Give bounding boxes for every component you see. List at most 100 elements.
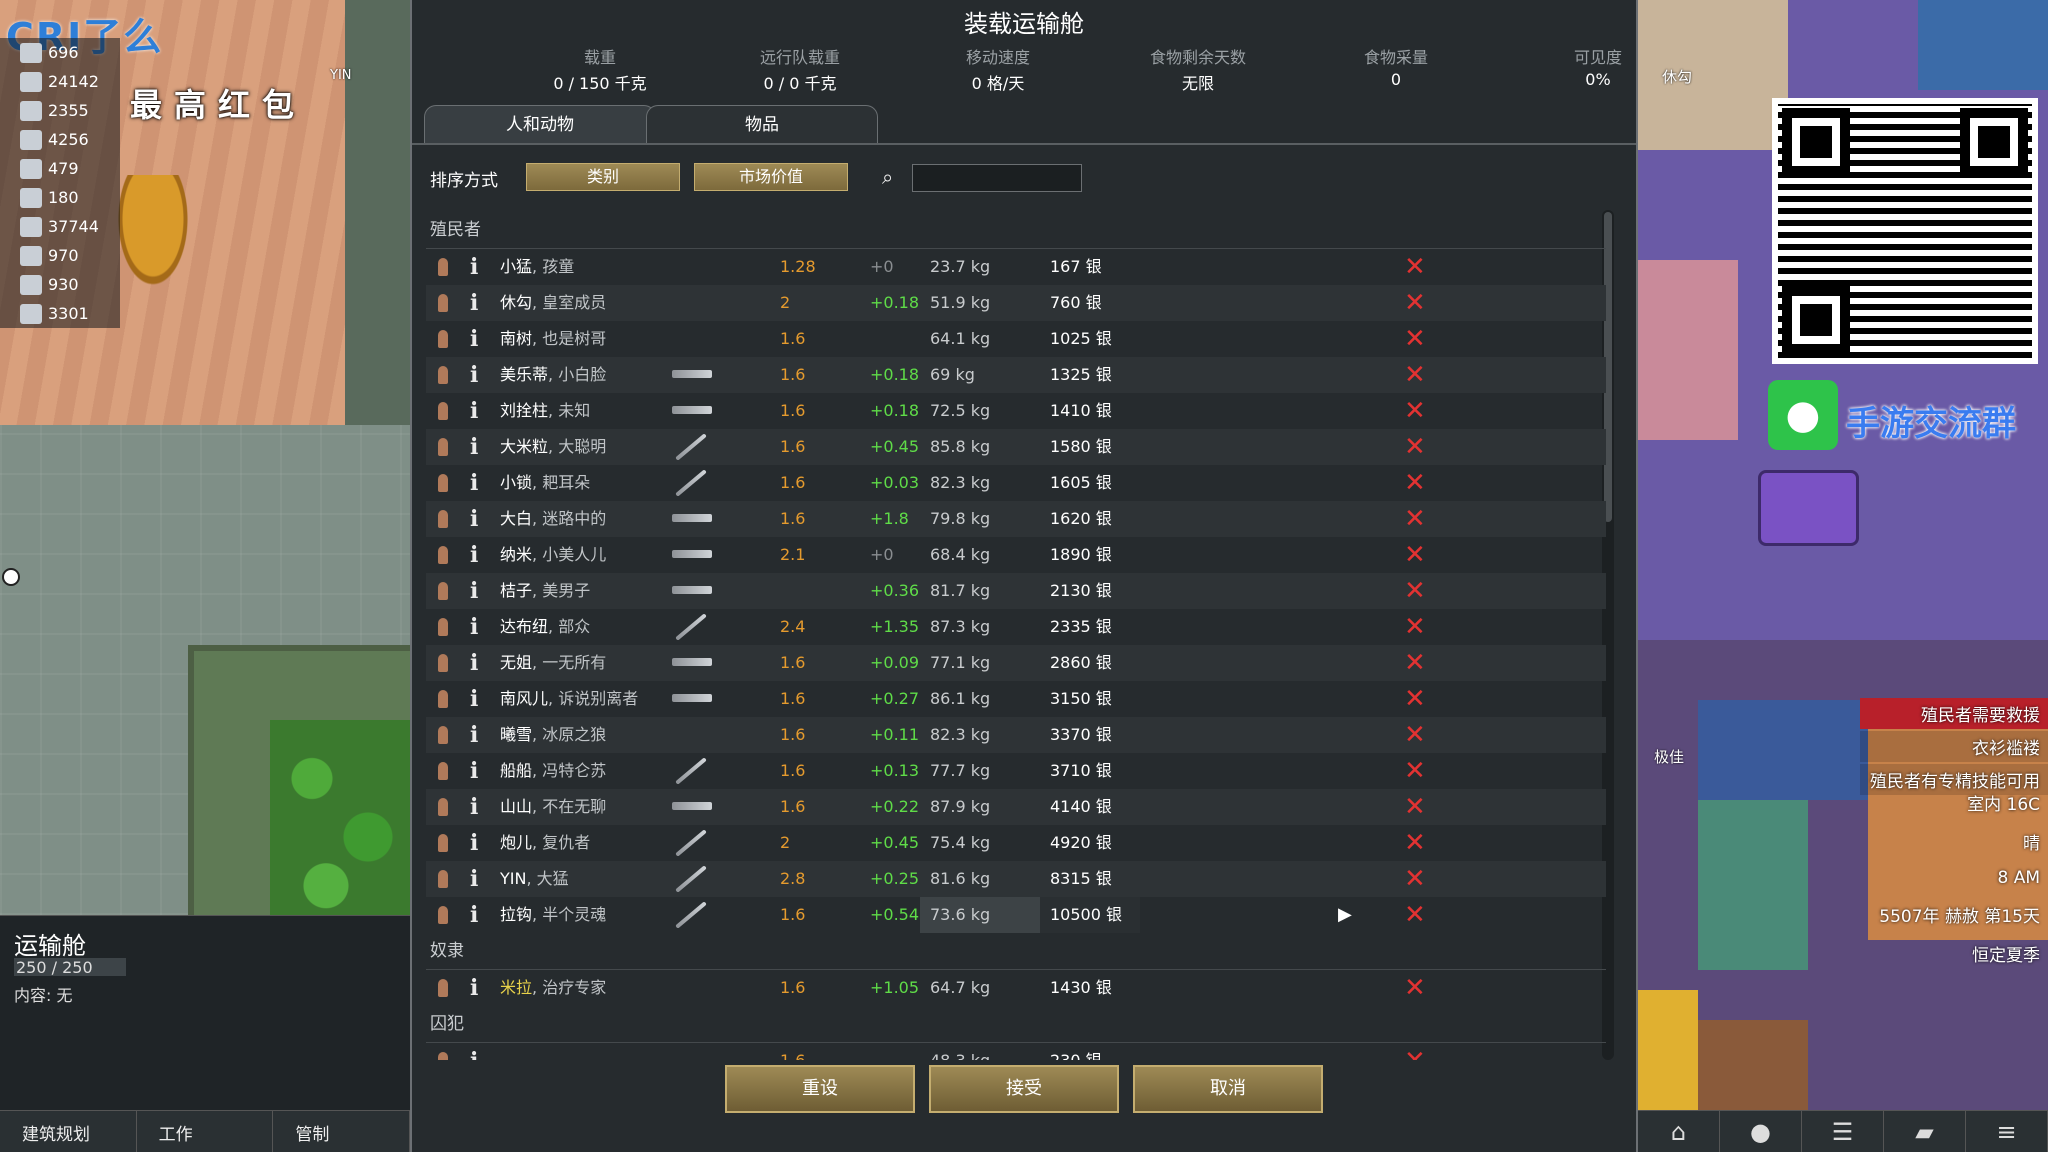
pawn-row[interactable]: i 桔子, 美男子 +0.36 81.7 kg 2130 银 ✕ [426,573,1606,609]
pawn-row[interactable]: i 拉钩, 半个灵魂 1.6 +0.54 73.6 kg 10500 银 ▶ ✕ [426,897,1606,933]
accept-button[interactable]: 接受 [929,1065,1119,1113]
tab-pawns[interactable]: 人和动物 [424,105,656,143]
ideology-icon[interactable]: ● [1720,1110,1802,1152]
pawn-row[interactable]: i 大米粒, 大聪明 1.6 +0.45 85.8 kg 1580 银 ✕ [426,429,1606,465]
remove-pawn-button[interactable]: ✕ [1404,393,1426,429]
map-view-left[interactable]: CRI了么 最高红包 YIN 696 24142 2355 4256 479 180 377… [0,0,410,915]
pawn-row[interactable]: i 米拉, 治疗专家 1.6 +1.05 64.7 kg 1430 银 ✕ [426,970,1606,1006]
pawn-row[interactable]: i 大白, 迷路中的 1.6 +1.8 79.8 kg 1620 银 ✕ [426,501,1606,537]
bed-furniture[interactable] [1758,470,1859,546]
pawn-portrait-icon [438,258,448,276]
research-icon[interactable]: ▰ [1884,1110,1966,1152]
cancel-button[interactable]: 取消 [1133,1065,1323,1113]
factions-icon[interactable]: ⌂ [1638,1110,1720,1152]
remove-pawn-button[interactable]: ✕ [1404,609,1426,645]
pawn-row[interactable]: i 刘拴柱, 未知 1.6 +0.18 72.5 kg 1410 银 ✕ [426,393,1606,429]
remove-pawn-button[interactable]: ✕ [1404,753,1426,789]
info-icon[interactable]: i [470,429,478,465]
history-icon[interactable]: ☰ [1802,1110,1884,1152]
resource-row[interactable]: 696 [0,38,120,67]
pawn-row[interactable]: i 小猛, 孩童 1.28 +0 23.7 kg 167 银 ✕ [426,249,1606,285]
pawn-row[interactable]: i 1.6 48.3 kg230 银 ✕ [426,1043,1606,1060]
pawn-row[interactable]: i 达布纽, 部众 2.4 +1.35 87.3 kg 2335 银 ✕ [426,609,1606,645]
remove-pawn-button[interactable]: ✕ [1404,573,1426,609]
resource-row[interactable]: 930 [0,270,120,299]
pawn-row[interactable]: i 纳米, 小美人儿 2.1 +0 68.4 kg 1890 银 ✕ [426,537,1606,573]
pawn-row[interactable]: i 南树, 也是树哥 1.6 64.1 kg 1025 银 ✕ [426,321,1606,357]
remove-pawn-button[interactable]: ✕ [1404,321,1426,357]
info-icon[interactable]: i [470,609,478,645]
info-icon[interactable]: i [470,717,478,753]
pawn-row[interactable]: i 船船, 冯特仑苏 1.6 +0.13 77.7 kg 3710 银 ✕ [426,753,1606,789]
resource-row[interactable]: 479 [0,154,120,183]
sort-category-button[interactable]: 类别 [526,163,680,191]
remove-pawn-button[interactable]: ✕ [1404,717,1426,753]
remove-pawn-button[interactable]: ✕ [1404,429,1426,465]
info-icon[interactable]: i [470,861,478,897]
pawn-row[interactable]: i 无姐, 一无所有 1.6 +0.09 77.1 kg 2860 银 ✕ [426,645,1606,681]
info-icon[interactable]: i [470,537,478,573]
remove-pawn-button[interactable]: ✕ [1404,249,1426,285]
resource-row[interactable]: 180 [0,183,120,212]
pawn-nickname: 纳米 [500,545,533,564]
pawn-label-yin[interactable]: YIN [330,68,352,83]
info-icon[interactable]: i [470,465,478,501]
info-icon[interactable]: i [470,681,478,717]
remove-pawn-button[interactable]: ✕ [1404,357,1426,393]
info-icon[interactable]: i [470,789,478,825]
menu-tab-architect[interactable]: 建筑规划 [0,1110,137,1152]
pawn-row[interactable]: i YIN, 大猛 2.8 +0.25 81.6 kg 8315 银 ✕ [426,861,1606,897]
pawn-row[interactable]: i 南风儿, 诉说别离者 1.6 +0.27 86.1 kg 3150 银 ✕ [426,681,1606,717]
info-icon[interactable]: i [470,1043,478,1060]
remove-pawn-button[interactable]: ✕ [1404,645,1426,681]
remove-pawn-button[interactable]: ✕ [1404,789,1426,825]
info-icon[interactable]: i [470,645,478,681]
stat-value: 0 [1390,70,1402,89]
remove-pawn-button[interactable]: ✕ [1404,861,1426,897]
menu-tab-restrict[interactable]: 管制 [273,1110,411,1152]
remove-pawn-button[interactable]: ✕ [1404,465,1426,501]
alert-tattered[interactable]: 衣衫褴褛 [1860,731,2048,762]
map-marker[interactable] [2,568,20,586]
sort-market-value-button[interactable]: 市场价值 [694,163,848,191]
info-icon[interactable]: i [470,321,478,357]
remove-pawn-button[interactable]: ✕ [1404,285,1426,321]
info-icon[interactable]: i [470,753,478,789]
menu-tab-work[interactable]: 工作 [136,1110,274,1152]
info-icon[interactable]: i [470,573,478,609]
remove-pawn-button[interactable]: ✕ [1404,825,1426,861]
info-icon[interactable]: i [470,825,478,861]
info-icon[interactable]: i [470,970,478,1006]
remove-pawn-button[interactable]: ✕ [1404,897,1426,933]
pawn-row[interactable]: i 山山, 不在无聊 1.6 +0.22 87.9 kg 4140 银 ✕ [426,789,1606,825]
pawn-row[interactable]: i 炮儿, 复仇者 2 +0.45 75.4 kg 4920 银 ✕ [426,825,1606,861]
info-icon[interactable]: i [470,393,478,429]
info-icon[interactable]: i [470,897,478,933]
reset-button[interactable]: 重设 [725,1065,915,1113]
resource-row[interactable]: 2355 [0,96,120,125]
menu-icon[interactable]: ≡ [1966,1110,2048,1152]
resource-row[interactable]: 970 [0,241,120,270]
remove-pawn-button[interactable]: ✕ [1404,501,1426,537]
info-icon[interactable]: i [470,285,478,321]
remove-pawn-button[interactable]: ✕ [1404,537,1426,573]
resource-row[interactable]: 37744 [0,212,120,241]
search-input[interactable] [912,164,1082,192]
room-floor [1918,0,2048,90]
info-icon[interactable]: i [470,249,478,285]
remove-pawn-button[interactable]: ✕ [1404,970,1426,1006]
pawn-row[interactable]: i 休勾, 皇室成员 2 +0.18 51.9 kg 760 银 ✕ [426,285,1606,321]
tab-items[interactable]: 物品 [646,105,878,143]
resource-row[interactable]: 3301 [0,299,120,328]
pawn-row[interactable]: i 美乐蒂, 小白脸 1.6 +0.18 69 kg 1325 银 ✕ [426,357,1606,393]
info-icon[interactable]: i [470,357,478,393]
remove-pawn-button[interactable]: ✕ [1404,1043,1426,1060]
pawn-row[interactable]: i 曦雪, 冰原之狼 1.6 +0.11 82.3 kg 3370 银 ✕ [426,717,1606,753]
pawn-row[interactable]: i 小锁, 耙耳朵 1.6 +0.03 82.3 kg 1605 银 ✕ [426,465,1606,501]
pawn-label-jijia[interactable]: 极佳 [1654,746,1684,767]
info-icon[interactable]: i [470,501,478,537]
remove-pawn-button[interactable]: ✕ [1404,681,1426,717]
alert-rescue[interactable]: 殖民者需要救援 [1860,698,2048,729]
resource-row[interactable]: 4256 [0,125,120,154]
resource-row[interactable]: 24142 [0,67,120,96]
